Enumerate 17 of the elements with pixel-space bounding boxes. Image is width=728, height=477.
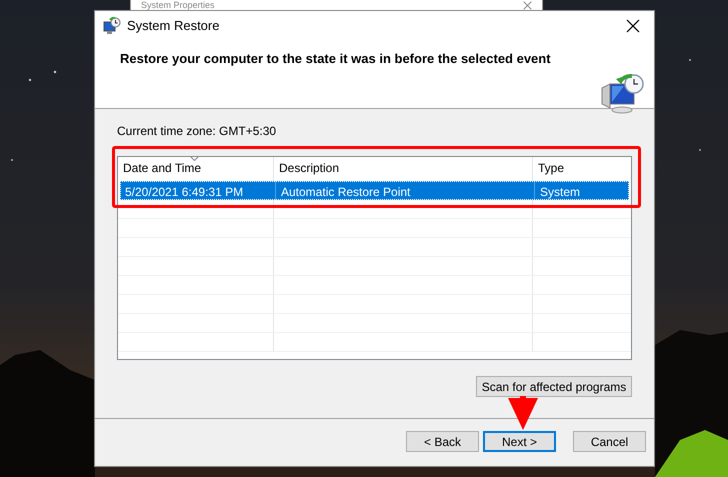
list-row[interactable]: 5/20/2021 6:49:31 PM Automatic Restore Point System: [120, 181, 629, 200]
dialog-heading: Restore your computer to the state it was in before the selected event: [120, 51, 551, 67]
window-title: System Properties: [141, 0, 215, 10]
table-cell-text: System: [539, 184, 582, 200]
table-cell: Automatic Restore Point: [276, 181, 535, 200]
table-cell: 5/20/2021 6:49:31 PM: [120, 181, 276, 200]
close-icon[interactable]: [626, 19, 640, 33]
timezone-label: Current time zone: GMT+5:30: [117, 123, 278, 140]
restore-icon: [103, 17, 121, 35]
scan-button[interactable]: Scan for affected programs: [476, 376, 632, 397]
column-header[interactable]: Type: [538, 159, 564, 177]
window-title: System Restore: [127, 17, 220, 36]
column-header[interactable]: Date and Time: [123, 159, 202, 177]
column-header[interactable]: Description: [279, 159, 340, 177]
dialog-button[interactable]: < Back: [406, 431, 479, 452]
dialog-button[interactable]: Cancel: [573, 431, 646, 452]
dialog-button[interactable]: Next >: [483, 431, 556, 452]
